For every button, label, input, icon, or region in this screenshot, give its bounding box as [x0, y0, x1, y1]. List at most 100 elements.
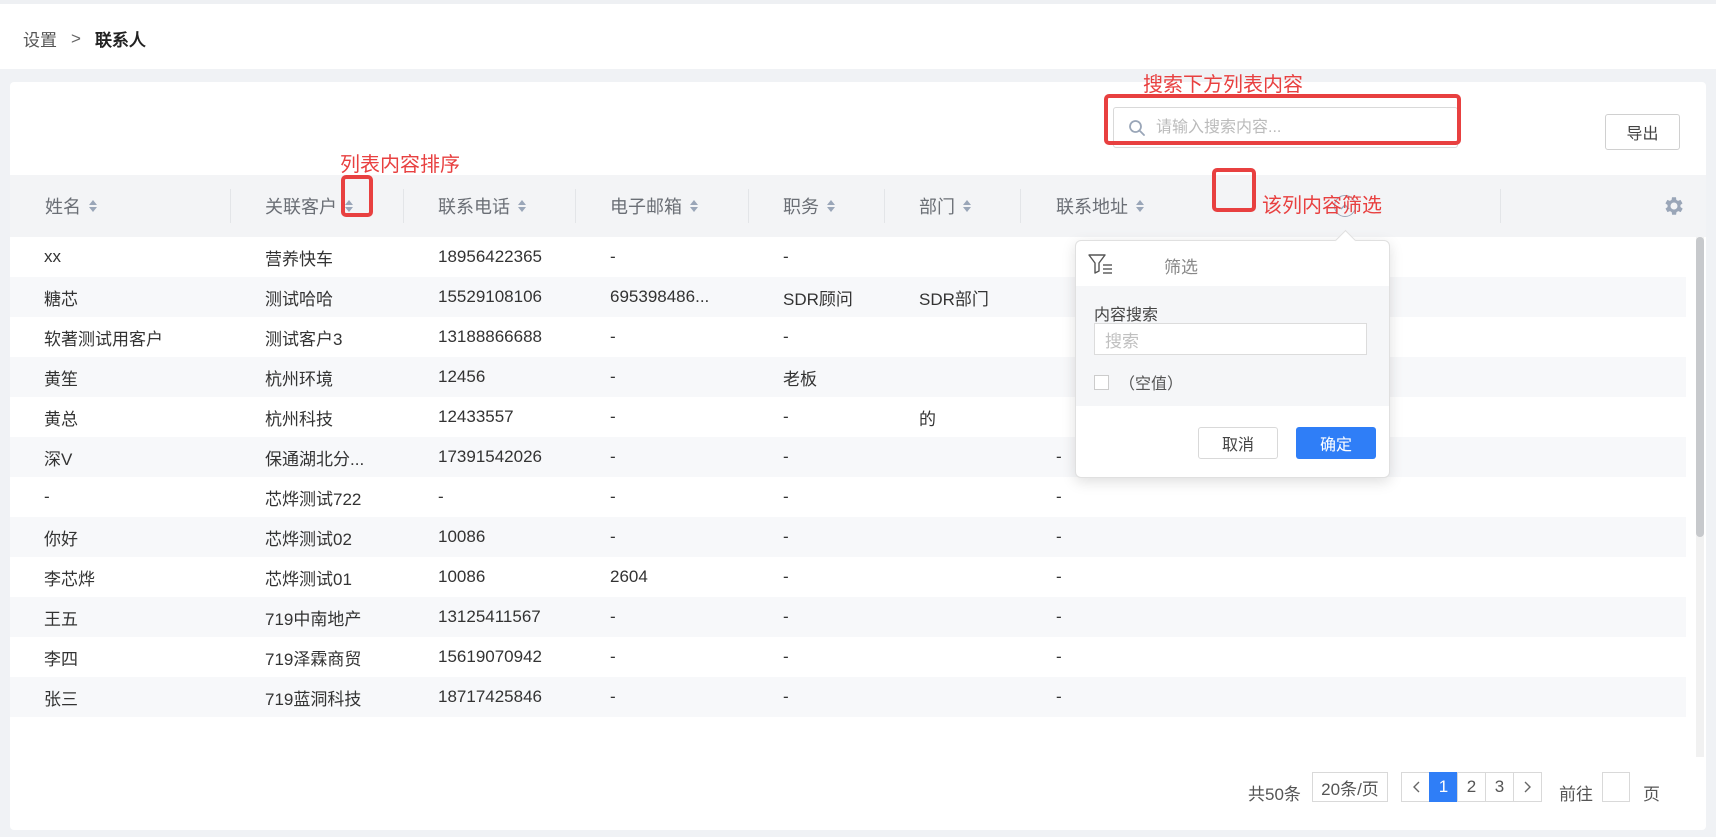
content-search-label: 内容搜索: [1094, 307, 1159, 324]
table-cell: 黄总: [44, 409, 78, 429]
sort-icon[interactable]: [827, 200, 835, 212]
column-header-address[interactable]: 联系地址: [1056, 175, 1144, 237]
empty-value-option[interactable]: （空值）: [1094, 370, 1183, 394]
table-cell: 黄笙: [44, 369, 78, 389]
sort-icon[interactable]: [518, 200, 526, 212]
table-cell: 张三: [44, 689, 78, 709]
table-cell: 15529108106: [438, 287, 543, 306]
filter-search-input[interactable]: 搜索: [1094, 323, 1367, 355]
column-label: 关联客户: [265, 197, 337, 217]
column-header-department[interactable]: 部门: [919, 175, 971, 237]
empty-value-label: （空值）: [1119, 376, 1184, 393]
table-row[interactable]: 软著测试用客户 测试客户3 13188866688 - -: [10, 317, 1686, 357]
goto-label: 前往: [1559, 785, 1593, 804]
table-cell: 李芯烨: [44, 569, 95, 589]
table-cell: -: [783, 647, 789, 666]
annotation-sort-text: 列表内容排序: [340, 154, 460, 176]
column-divider[interactable]: [1020, 189, 1021, 223]
table-cell: -: [610, 527, 616, 546]
table-cell: -: [610, 327, 616, 346]
filter-popup-title: 筛选: [1164, 258, 1198, 277]
table-row[interactable]: 你好 芯烨测试02 10086 - - -: [10, 517, 1686, 557]
column-label: 电子邮箱: [610, 197, 682, 217]
page-button-2[interactable]: 2: [1457, 772, 1486, 802]
column-divider[interactable]: [230, 189, 231, 223]
table-row[interactable]: 黄笙 杭州环境 12456 - 老板: [10, 357, 1686, 397]
page-button-3[interactable]: 3: [1485, 772, 1514, 802]
column-divider[interactable]: [748, 189, 749, 223]
annotation-box-sort: [341, 175, 373, 217]
table-row[interactable]: 王五 719中南地产 13125411567 - - -: [10, 597, 1686, 637]
cancel-button[interactable]: 取消: [1198, 427, 1278, 459]
filter-icon: [1088, 254, 1112, 274]
content-card: 导出 姓名 关联客户 联系电话 电子邮箱 职务 部门 联系地址 xx 营养快车 18…: [10, 82, 1706, 830]
sort-icon[interactable]: [1136, 200, 1144, 212]
table-row[interactable]: 糖芯 测试哈哈 15529108106 695398486... SDR顾问 SDR部门: [10, 277, 1686, 317]
next-page-button[interactable]: [1513, 772, 1542, 802]
sort-icon[interactable]: [690, 200, 698, 212]
table-row[interactable]: - 芯烨测试722 - - - -: [10, 477, 1686, 517]
confirm-button[interactable]: 确定: [1296, 427, 1376, 459]
table-cell: -: [1056, 607, 1062, 626]
table-cell: 10086: [438, 567, 486, 586]
column-divider[interactable]: [884, 189, 885, 223]
column-label: 姓名: [45, 197, 81, 217]
table-cell: -: [783, 487, 789, 506]
column-header-name[interactable]: 姓名: [45, 175, 97, 237]
annotation-box-search: [1104, 94, 1461, 145]
filter-popup-header: 筛选: [1076, 241, 1389, 287]
table-cell: 719中南地产: [265, 609, 362, 629]
table-cell: -: [610, 647, 616, 666]
column-divider[interactable]: [575, 189, 576, 223]
table-cell: 李四: [44, 649, 78, 669]
scrollbar-thumb[interactable]: [1696, 237, 1704, 537]
table-cell: 12433557: [438, 407, 514, 426]
table-cell: 的: [919, 409, 936, 429]
table-cell: -: [783, 607, 789, 626]
table-cell: -: [610, 487, 616, 506]
table-cell: 12456: [438, 367, 486, 386]
table-cell: -: [783, 247, 789, 266]
table-cell: -: [783, 407, 789, 426]
column-header-email[interactable]: 电子邮箱: [610, 175, 698, 237]
table-cell: 软著测试用客户: [44, 329, 163, 349]
table-row[interactable]: 黄总 杭州科技 12433557 - - 的: [10, 397, 1686, 437]
table-cell: 18956422365: [438, 247, 543, 266]
annotation-box-filter: [1212, 168, 1256, 212]
table-row[interactable]: xx 营养快车 18956422365 - -: [10, 237, 1686, 277]
table-cell: 13188866688: [438, 327, 543, 346]
page-size-select[interactable]: 20条/页: [1312, 772, 1388, 802]
table-cell: 17391542026: [438, 447, 543, 466]
sort-icon[interactable]: [89, 200, 97, 212]
table-cell: xx: [44, 247, 61, 266]
sort-icon[interactable]: [963, 200, 971, 212]
goto-page-input[interactable]: [1602, 772, 1630, 802]
table-cell: 719泽霖商贸: [265, 649, 362, 669]
column-divider[interactable]: [1500, 189, 1501, 223]
vertical-scrollbar[interactable]: [1696, 237, 1704, 757]
table-row[interactable]: 深V 保通湖北分... 17391542026 - - -: [10, 437, 1686, 477]
gear-icon[interactable]: [1662, 194, 1686, 218]
page-button-1[interactable]: 1: [1429, 772, 1458, 802]
table-cell: -: [44, 487, 50, 506]
empty-value-checkbox[interactable]: [1094, 374, 1109, 390]
table-row[interactable]: 李四 719泽霖商贸 15619070942 - - -: [10, 637, 1686, 677]
table-cell: 13125411567: [438, 607, 541, 626]
column-header-position[interactable]: 职务: [783, 175, 835, 237]
table-cell: -: [783, 687, 789, 706]
table-cell: 芯烨测试01: [265, 569, 352, 589]
chevron-right-icon: [1524, 781, 1531, 793]
prev-page-button[interactable]: [1401, 772, 1430, 802]
breadcrumb-separator: >: [71, 28, 81, 48]
table-cell: 深V: [44, 449, 73, 469]
table-row[interactable]: 张三 719蓝洞科技 18717425846 - - -: [10, 677, 1686, 717]
pagination-total: 共50条: [1248, 785, 1301, 804]
column-header-phone[interactable]: 联系电话: [438, 175, 526, 237]
table-cell: -: [438, 487, 444, 506]
table-row[interactable]: 李芯烨 芯烨测试01 10086 2604 - -: [10, 557, 1686, 597]
export-button[interactable]: 导出: [1605, 114, 1680, 150]
column-header-customer[interactable]: 关联客户: [265, 175, 353, 237]
breadcrumb-parent[interactable]: 设置: [23, 26, 57, 51]
table-body: xx 营养快车 18956422365 - - 糖芯 测试哈哈 15529108106 6953…: [10, 237, 1706, 757]
column-divider[interactable]: [403, 189, 404, 223]
